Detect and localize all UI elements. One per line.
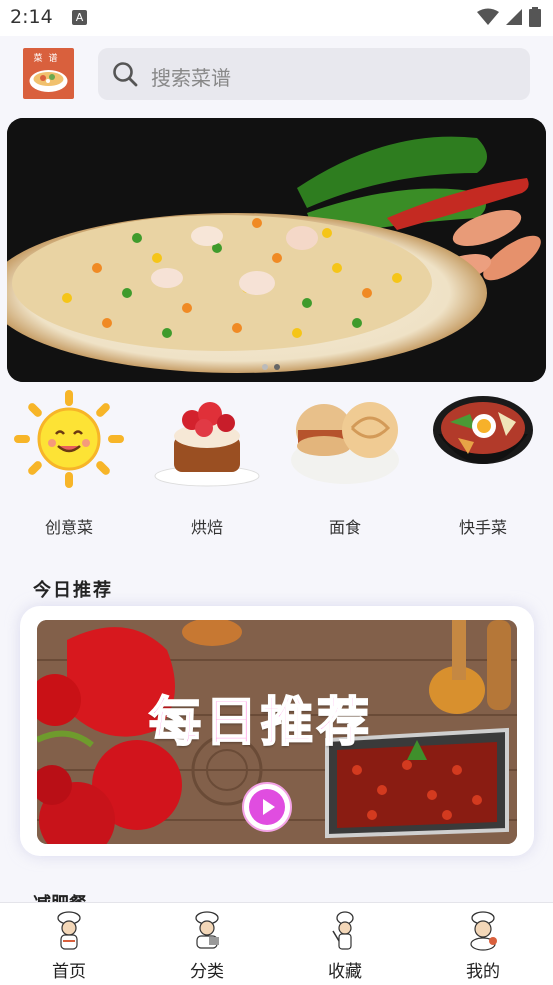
battery-icon — [529, 7, 541, 27]
category-baking[interactable]: 烘焙 — [138, 386, 276, 546]
play-button[interactable] — [242, 782, 292, 832]
meat-bun-icon — [291, 402, 399, 484]
carousel-dot[interactable] — [274, 364, 280, 370]
search-input[interactable]: 搜索菜谱 — [151, 62, 231, 91]
fried-rice-banner-image — [7, 118, 546, 382]
bibimbap-bowl-icon — [433, 396, 533, 464]
chef-category-icon — [195, 911, 219, 949]
chef-home-icon — [57, 911, 81, 950]
sun-face-icon — [14, 390, 124, 488]
status-time: 2:14 — [10, 6, 53, 28]
recipe-logo-icon — [29, 70, 68, 92]
status-icons — [477, 7, 541, 27]
carousel-dot[interactable] — [262, 364, 268, 370]
category-pasta[interactable]: 面食 — [276, 386, 414, 546]
notification-icon: A — [72, 10, 87, 25]
chef-favorite-icon — [332, 911, 354, 950]
category-creative[interactable]: 创意菜 — [0, 386, 138, 546]
category-label: 快手菜 — [458, 518, 507, 537]
status-bar: 2:14 A — [0, 0, 553, 36]
category-grid: 创意菜 烘焙 面食 快手菜 — [0, 386, 553, 546]
bottom-navigation: 首页 分类 收藏 我的 — [0, 902, 553, 985]
category-label: 面食 — [328, 518, 361, 537]
search-bar[interactable]: 搜索菜谱 — [98, 48, 530, 100]
daily-recommend-card[interactable]: 每日推荐 — [20, 606, 534, 856]
chef-profile-icon — [470, 911, 497, 951]
daily-recommend-image[interactable]: 每日推荐 — [37, 620, 517, 844]
nav-tab-profile[interactable]: 我的 — [414, 903, 552, 985]
cell-signal-icon — [506, 9, 522, 25]
section-title-recommend: 今日推荐 — [33, 580, 113, 601]
category-label: 创意菜 — [44, 518, 93, 537]
category-quick[interactable]: 快手菜 — [414, 386, 552, 546]
play-icon — [249, 789, 285, 825]
carousel-indicator — [262, 364, 280, 370]
nav-label: 我的 — [466, 962, 500, 982]
nav-label: 首页 — [52, 962, 86, 982]
nav-label: 收藏 — [328, 962, 362, 982]
wifi-icon — [477, 8, 499, 25]
category-label: 烘焙 — [190, 518, 223, 537]
nav-tab-favorites[interactable]: 收藏 — [276, 903, 414, 985]
search-icon — [113, 62, 138, 87]
nav-tab-category[interactable]: 分类 — [138, 903, 276, 985]
strawberry-cake-icon — [154, 402, 260, 487]
nav-label: 分类 — [190, 962, 224, 982]
app-header: 菜谱 搜索菜谱 — [0, 36, 553, 112]
nav-tab-home[interactable]: 首页 — [0, 903, 138, 985]
app-logo[interactable]: 菜谱 — [23, 48, 74, 99]
daily-recommend-title: 每日推荐 — [148, 691, 374, 754]
banner-carousel[interactable] — [7, 118, 546, 382]
